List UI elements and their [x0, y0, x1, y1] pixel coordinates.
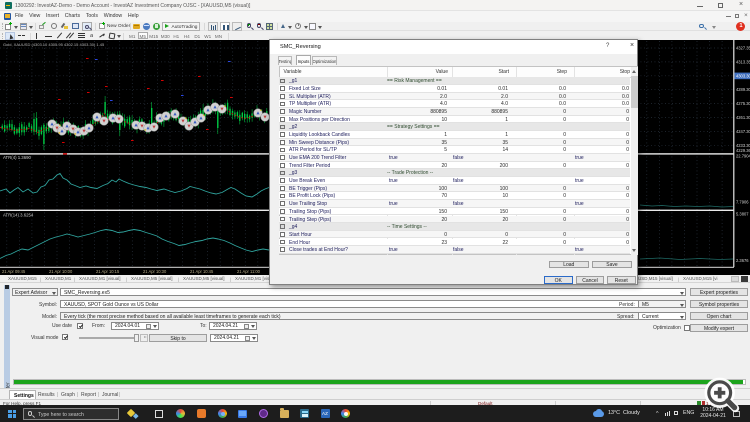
svg-text:5.3807: 5.3807 — [736, 212, 749, 217]
svg-text:22.7904: 22.7904 — [736, 153, 750, 158]
svg-text:4229.36: 4229.36 — [736, 148, 750, 153]
svg-text:ATR(14) 3.6254: ATR(14) 3.6254 — [3, 213, 34, 218]
svg-text:4289.30: 4289.30 — [736, 87, 750, 92]
svg-text:4261.30: 4261.30 — [736, 115, 750, 120]
svg-text:21 Apr 10:00: 21 Apr 10:00 — [49, 269, 73, 274]
svg-text:21 Apr 11:00: 21 Apr 11:00 — [237, 269, 261, 274]
svg-text:4247.30: 4247.30 — [736, 129, 750, 134]
svg-text:4303.30: 4303.30 — [736, 74, 750, 79]
svg-text:21 Apr 09:45: 21 Apr 09:45 — [2, 269, 26, 274]
svg-text:21 Apr 10:15: 21 Apr 10:15 — [96, 269, 120, 274]
svg-text:21 Apr 10:30: 21 Apr 10:30 — [143, 269, 167, 274]
svg-text:21 Apr 10:45: 21 Apr 10:45 — [190, 269, 214, 274]
svg-text:Gold, XAUUSD (4303.10 4305.95: Gold, XAUUSD (4303.10 4305.95 4302.15 43… — [3, 42, 105, 47]
svg-text:2.3676: 2.3676 — [736, 258, 749, 263]
svg-text:7.7906: 7.7906 — [736, 200, 749, 205]
svg-text:4275.30: 4275.30 — [736, 101, 750, 106]
svg-text:ATR(4) 1.3690: ATR(4) 1.3690 — [3, 155, 31, 160]
svg-text:4327.35: 4327.35 — [736, 46, 750, 51]
svg-text:4313.35: 4313.35 — [736, 59, 750, 64]
